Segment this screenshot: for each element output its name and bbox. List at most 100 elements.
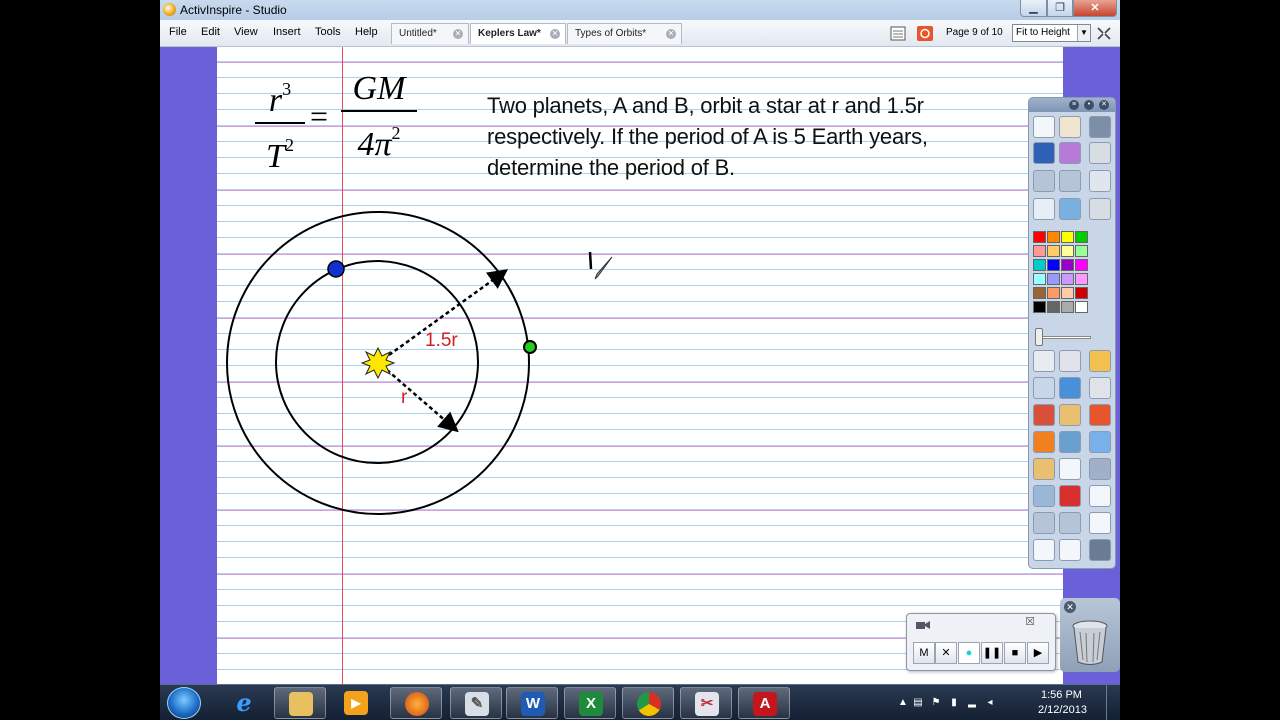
volume-icon[interactable]: ◂: [984, 697, 996, 709]
page-browser-icon[interactable]: [890, 26, 906, 41]
clock-time[interactable]: 1:56 PM: [1041, 689, 1082, 701]
thickness-slider-handle[interactable]: [1035, 328, 1043, 346]
tab-close-icon[interactable]: ✕: [453, 29, 463, 39]
action-center-icon[interactable]: ⚑: [930, 697, 942, 709]
fill-icon[interactable]: [1089, 350, 1111, 372]
color-swatch[interactable]: [1061, 273, 1074, 285]
menu-insert[interactable]: Insert: [273, 26, 301, 38]
resource-browser-icon[interactable]: [1059, 142, 1081, 164]
tab-types-of-orbits[interactable]: Types of Orbits* ✕: [567, 23, 682, 44]
start-button[interactable]: [167, 687, 201, 719]
tab-untitled[interactable]: Untitled* ✕: [391, 23, 469, 44]
screen-shade-icon[interactable]: [1089, 431, 1111, 453]
recorder-close-icon[interactable]: ☒: [1023, 617, 1037, 628]
recorder-cancel-button[interactable]: ✕: [935, 642, 957, 664]
toolbox-header[interactable]: ≡ • ✕: [1029, 98, 1115, 112]
color-swatch[interactable]: [1033, 259, 1046, 271]
redo-page-icon[interactable]: [1059, 170, 1081, 192]
recorder-menu-button[interactable]: M: [913, 642, 935, 664]
color-swatch[interactable]: [1061, 287, 1074, 299]
select-icon[interactable]: [1033, 350, 1055, 372]
text-icon[interactable]: [1059, 458, 1081, 480]
menu-edit[interactable]: Edit: [201, 26, 220, 38]
undo-page-icon[interactable]: [1033, 170, 1055, 192]
toolbox-close-icon[interactable]: ✕: [1099, 100, 1109, 110]
trash-can-icon[interactable]: [1070, 620, 1110, 666]
thickness-slider[interactable]: [1041, 336, 1091, 339]
taskbar-firefox-button[interactable]: [390, 687, 442, 719]
color-swatch[interactable]: [1075, 287, 1088, 299]
chevron-down-icon[interactable]: ▼: [1077, 25, 1090, 41]
color-swatch[interactable]: [1075, 273, 1088, 285]
color-swatch[interactable]: [1061, 231, 1074, 243]
color-swatch[interactable]: [1047, 245, 1060, 257]
toolbox-menu-icon[interactable]: ≡: [1069, 100, 1079, 110]
minimize-button[interactable]: ▁: [1020, 0, 1047, 17]
color-swatch[interactable]: [1047, 231, 1060, 243]
media-icon[interactable]: [1033, 198, 1055, 220]
tab-close-icon[interactable]: ✕: [666, 29, 676, 39]
orbit-diagram[interactable]: 1.5r r: [217, 187, 777, 527]
magic-ink-icon[interactable]: [1059, 350, 1081, 372]
globe-icon[interactable]: [1059, 198, 1081, 220]
color-swatch[interactable]: [1047, 287, 1060, 299]
color-swatch[interactable]: [1033, 231, 1046, 243]
color-swatch[interactable]: [1047, 273, 1060, 285]
color-swatch[interactable]: [1033, 273, 1046, 285]
color-swatch[interactable]: [1075, 301, 1088, 313]
battery-icon[interactable]: ▮: [948, 697, 960, 709]
eraser-red-icon[interactable]: [1033, 404, 1055, 426]
fill-bucket-icon[interactable]: [1059, 404, 1081, 426]
taskbar-snipping-button[interactable]: ✂: [680, 687, 732, 719]
flipchart-page[interactable]: r3 T2 = GM 4π2 Two planets, A and B, orb…: [217, 47, 1063, 684]
problem-text[interactable]: Two planets, A and B, orbit a star at r …: [487, 90, 1047, 183]
taskbar-explorer-button[interactable]: [274, 687, 326, 719]
taskbar-acrobat-button[interactable]: A: [738, 687, 790, 719]
maximize-button[interactable]: ❐: [1047, 0, 1073, 17]
menu-tools[interactable]: Tools: [315, 26, 341, 38]
magnifier-icon[interactable]: [1033, 485, 1055, 507]
toolbox-pin-icon[interactable]: •: [1084, 100, 1094, 110]
color-swatch[interactable]: [1075, 259, 1088, 271]
shape-icon[interactable]: [1033, 431, 1055, 453]
taskbar-chrome-button[interactable]: [622, 687, 674, 719]
color-swatch[interactable]: [1061, 259, 1074, 271]
recorder-pause-button[interactable]: ❚❚: [981, 642, 1003, 664]
redo-icon[interactable]: [1059, 512, 1081, 534]
save-icon[interactable]: [1089, 539, 1111, 561]
color-swatch[interactable]: [1033, 301, 1046, 313]
zoom-select[interactable]: Fit to Height ▼: [1012, 24, 1091, 42]
tray-expand-icon[interactable]: ▲: [897, 697, 909, 709]
reset-page-icon[interactable]: [1059, 485, 1081, 507]
menu-view[interactable]: View: [234, 26, 258, 38]
pen-icon[interactable]: [1033, 377, 1055, 399]
profile-icon[interactable]: [1059, 116, 1081, 138]
taskbar-word-button[interactable]: W: [506, 687, 558, 719]
camera-tool-icon[interactable]: [1059, 539, 1081, 561]
recorder-stop-button[interactable]: ■: [1004, 642, 1026, 664]
full-screen-icon[interactable]: [1096, 26, 1112, 41]
taskbar-activinspire-button[interactable]: ✎: [450, 687, 502, 719]
clock-icon[interactable]: [1033, 539, 1055, 561]
keplers-third-law-formula[interactable]: r3 T2 = GM 4π2: [255, 70, 425, 175]
color-swatch[interactable]: [1075, 231, 1088, 243]
taskbar-excel-button[interactable]: X: [564, 687, 616, 719]
clipboard-icon[interactable]: [1089, 512, 1111, 534]
tools-icon[interactable]: [1089, 170, 1111, 192]
undo-icon[interactable]: [1033, 512, 1055, 534]
desktop-annotate-icon[interactable]: [917, 26, 933, 41]
show-desktop-button[interactable]: [1106, 685, 1120, 720]
color-swatch[interactable]: [1033, 245, 1046, 257]
color-swatch[interactable]: [1061, 301, 1074, 313]
color-swatch[interactable]: [1047, 301, 1060, 313]
tab-close-icon[interactable]: ✕: [550, 29, 560, 39]
menu-help[interactable]: Help: [355, 26, 378, 38]
clip-art-icon[interactable]: [1033, 458, 1055, 480]
stack-icon[interactable]: [1089, 198, 1111, 220]
delete-icon[interactable]: [1089, 485, 1111, 507]
main-menu-icon[interactable]: [1033, 116, 1055, 138]
color-swatch[interactable]: [1075, 245, 1088, 257]
annotate-icon[interactable]: [1089, 404, 1111, 426]
printer-icon[interactable]: ▤: [912, 697, 924, 709]
network-icon[interactable]: ▂: [966, 697, 978, 709]
